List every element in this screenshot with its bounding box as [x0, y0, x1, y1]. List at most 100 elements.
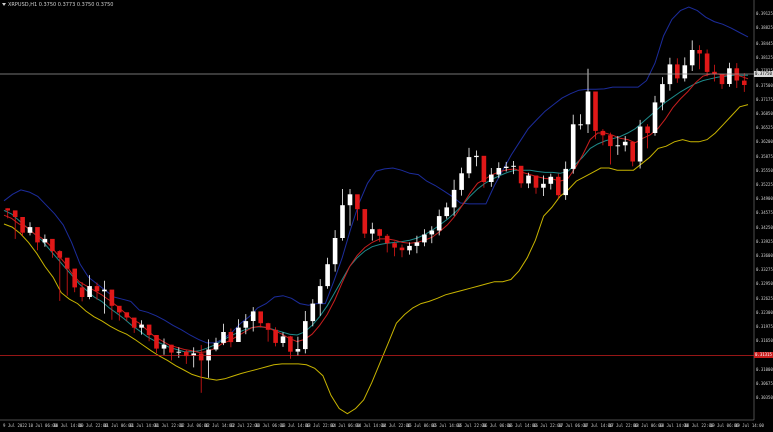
- price-tick-label: 0.32300: [756, 309, 773, 315]
- price-tick-label: 0.31650: [756, 338, 773, 344]
- price-tick-label: 0.33275: [756, 267, 773, 273]
- bearish-candle-body: [392, 243, 397, 248]
- bearish-candle-body: [288, 336, 293, 352]
- price-tick-label: 0.34575: [756, 210, 773, 216]
- bullish-candle-body: [660, 84, 665, 103]
- bearish-candle-body: [228, 332, 234, 343]
- price-tick-label: 0.30675: [756, 380, 773, 386]
- bearish-candle-body: [556, 176, 561, 196]
- bearish-candle-body: [146, 324, 152, 336]
- bearish-candle-body: [600, 130, 606, 136]
- bearish-candle-body: [593, 91, 598, 131]
- price-tick-label: 0.36525: [756, 125, 773, 131]
- bullish-candle-body: [332, 238, 338, 265]
- current-price-tag: 0.37750: [754, 71, 773, 77]
- price-tick-label: 0.38825: [756, 24, 773, 30]
- bearish-candle-body: [481, 155, 487, 182]
- bullish-candle-body: [466, 157, 472, 174]
- price-chart[interactable]: [0, 0, 773, 432]
- bullish-candle-body: [317, 286, 323, 304]
- price-tick-label: 0.38125: [756, 55, 773, 61]
- bearish-candle-body: [399, 247, 405, 251]
- bullish-candle-body: [102, 289, 107, 292]
- bearish-candle-body: [5, 208, 10, 211]
- bearish-candle-body: [12, 210, 18, 217]
- bearish-candle-body: [169, 344, 174, 353]
- symbol-info-bar: XRPUSD,H1 0.3750 0.3773 0.3750 0.3750: [2, 2, 113, 8]
- price-tick-label: 0.33600: [756, 253, 773, 258]
- bearish-candle-body: [273, 329, 278, 343]
- candle: [637, 119, 643, 169]
- bullish-candle-body: [221, 332, 226, 343]
- price-tick-label: 0.37500: [756, 82, 773, 88]
- bullish-candle-body: [652, 102, 658, 133]
- bearish-candle-body: [64, 257, 70, 269]
- bullish-candle-body: [27, 227, 33, 233]
- bullish-candle-body: [622, 141, 628, 146]
- bearish-candle-body: [35, 227, 40, 243]
- bullish-candle-body: [347, 194, 353, 206]
- price-tick-label: 0.31975: [756, 324, 773, 329]
- time-tick-label: 9 Jul 2022: [3, 423, 28, 428]
- bullish-candle-body: [295, 349, 301, 352]
- red-level-price-tag: 0.31315: [754, 352, 773, 359]
- bearish-candle-body: [742, 80, 747, 85]
- bullish-candle-body: [161, 344, 167, 349]
- bearish-candle-body: [377, 229, 382, 236]
- bullish-candle-body: [213, 342, 219, 350]
- bullish-candle-body: [689, 50, 695, 66]
- bearish-candle-body: [645, 126, 650, 134]
- bullish-candle-body: [682, 65, 688, 79]
- price-tick-label: 0.35550: [756, 167, 773, 173]
- bearish-candle-body: [355, 194, 360, 210]
- bullish-candle-body: [615, 145, 621, 147]
- bearish-candle-body: [131, 317, 137, 328]
- bullish-candle-body: [585, 91, 591, 125]
- bullish-candle-body: [511, 165, 516, 167]
- bullish-candle-body: [578, 124, 583, 126]
- bearish-candle-body: [117, 305, 122, 313]
- price-tick-label: 0.35225: [756, 181, 773, 187]
- bearish-candle-body: [675, 64, 680, 79]
- bearish-candle-body: [20, 217, 25, 233]
- price-tick-label: 0.34250: [756, 224, 773, 230]
- dropdown-triangle-icon[interactable]: [2, 3, 6, 6]
- bullish-candle-body: [541, 183, 546, 188]
- bullish-candle-body: [42, 238, 48, 243]
- bearish-candle-body: [384, 235, 390, 244]
- bullish-candle-body: [407, 245, 412, 251]
- bullish-candle-body: [489, 174, 494, 182]
- price-tick-label: 0.31000: [756, 366, 773, 372]
- bullish-candle-body: [570, 124, 576, 169]
- bearish-candle-body: [198, 353, 204, 361]
- price-tick-label: 0.32950: [756, 281, 773, 287]
- bearish-candle-body: [154, 335, 159, 349]
- price-tick-label: 0.38445: [756, 41, 773, 47]
- bullish-candle-body: [340, 205, 345, 238]
- bullish-candle-body: [176, 351, 182, 353]
- bullish-candle-body: [422, 234, 427, 243]
- bullish-candle-body: [563, 168, 568, 196]
- bullish-candle-body: [451, 189, 457, 208]
- bearish-candle-body: [697, 50, 702, 54]
- bullish-candle-body: [526, 175, 531, 184]
- bearish-candle-body: [109, 289, 115, 306]
- price-tick-label: 0.39125: [756, 11, 773, 17]
- price-tick-label: 0.32625: [756, 295, 773, 301]
- bullish-candle-body: [310, 303, 316, 322]
- bullish-candle-body: [250, 311, 256, 321]
- bearish-candle-body: [258, 311, 263, 324]
- chart-background: [0, 0, 773, 432]
- bullish-candle-body: [243, 321, 249, 328]
- price-tick-label: 0.30350: [756, 395, 773, 401]
- bullish-candle-body: [139, 324, 144, 328]
- price-tick-label: 0.33925: [756, 238, 773, 244]
- bearish-candle-body: [362, 209, 368, 234]
- bullish-candle-body: [87, 286, 92, 297]
- bearish-candle-body: [704, 53, 710, 72]
- price-tick-label: 0.36850: [756, 110, 773, 116]
- bullish-candle-body: [325, 264, 330, 287]
- bullish-candle-body: [280, 336, 286, 343]
- bullish-candle-body: [370, 229, 375, 234]
- bullish-candle-body: [496, 168, 502, 175]
